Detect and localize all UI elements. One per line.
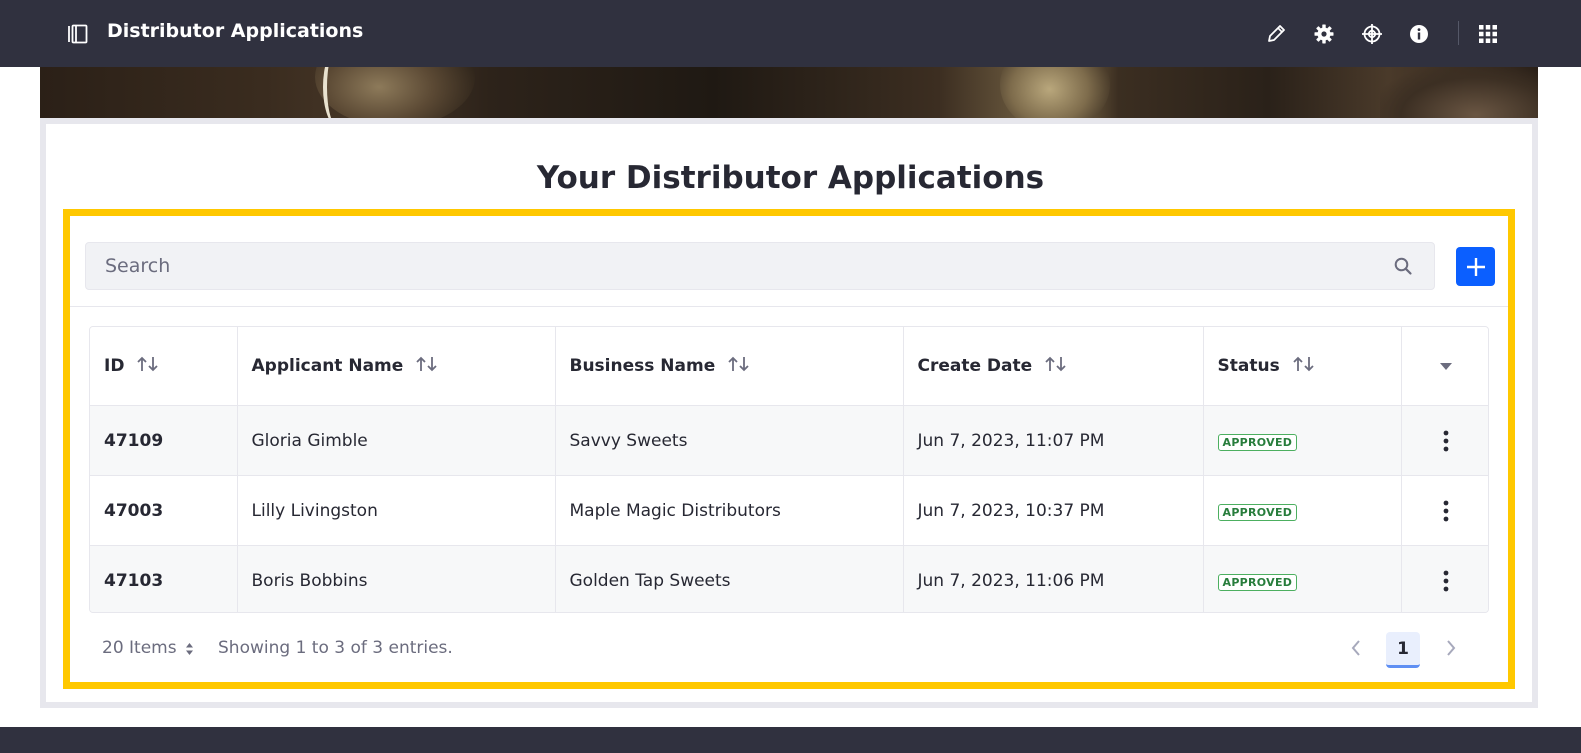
search-input[interactable] xyxy=(86,243,1366,289)
cell-actions xyxy=(1401,405,1489,476)
pagination-bar: 20 Items Showing 1 to 3 of 3 entries. 1 xyxy=(90,632,1490,668)
cell-status: APPROVED xyxy=(1203,475,1402,546)
cell-business-name: Golden Tap Sweets xyxy=(555,545,904,612)
top-bar: Distributor Applications xyxy=(0,0,1581,67)
cell-business-name: Maple Magic Distributors xyxy=(555,475,904,546)
cell-status: APPROVED xyxy=(1203,545,1402,612)
caret-down-icon[interactable] xyxy=(1402,327,1489,405)
sort-icon[interactable] xyxy=(1044,355,1068,373)
pagination-results: Showing 1 to 3 of 3 entries. xyxy=(218,638,453,658)
cell-actions xyxy=(1401,475,1489,546)
cell-actions xyxy=(1401,545,1489,612)
app-title: Distributor Applications xyxy=(107,20,364,42)
cell-id: 47109 xyxy=(90,405,238,476)
target-icon[interactable] xyxy=(1360,22,1384,46)
sort-icon[interactable] xyxy=(136,355,160,373)
column-label: Business Name xyxy=(569,356,716,376)
column-label: Status xyxy=(1217,356,1280,376)
applications-table: ID Applicant Name Business Name Create D… xyxy=(89,326,1489,613)
column-label: ID xyxy=(104,356,125,376)
cell-applicant-name: Boris Bobbins xyxy=(237,545,556,612)
cell-create-date: Jun 7, 2023, 10:37 PM xyxy=(903,475,1204,546)
toolbar-divider xyxy=(70,306,1508,307)
sort-icon[interactable] xyxy=(1292,355,1316,373)
kebab-menu-icon[interactable] xyxy=(1402,406,1489,475)
bottom-bar xyxy=(0,727,1581,753)
table-row[interactable]: 47103 Boris Bobbins Golden Tap Sweets Ju… xyxy=(90,545,1489,612)
sort-icon[interactable] xyxy=(727,355,751,373)
sidebar-toggle-icon[interactable] xyxy=(66,22,90,46)
chevron-right-icon[interactable] xyxy=(1439,636,1463,660)
chevron-left-icon[interactable] xyxy=(1344,636,1368,660)
column-header-business-name[interactable]: Business Name xyxy=(555,327,904,406)
cell-create-date: Jun 7, 2023, 11:06 PM xyxy=(903,545,1204,612)
cell-business-name: Savvy Sweets xyxy=(555,405,904,476)
kebab-menu-icon[interactable] xyxy=(1402,546,1489,612)
page-title: Your Distributor Applications xyxy=(536,160,1045,196)
table-row[interactable]: 47109 Gloria Gimble Savvy Sweets Jun 7, … xyxy=(90,405,1489,476)
column-visibility-header xyxy=(1401,327,1489,406)
column-header-status[interactable]: Status xyxy=(1203,327,1402,406)
column-header-applicant-name[interactable]: Applicant Name xyxy=(237,327,556,406)
gear-icon[interactable] xyxy=(1312,22,1336,46)
sort-updown-icon xyxy=(185,641,194,655)
sort-icon[interactable] xyxy=(415,355,439,373)
table-row[interactable]: 47003 Lilly Livingston Maple Magic Distr… xyxy=(90,475,1489,546)
cell-status: APPROVED xyxy=(1203,405,1402,476)
cell-applicant-name: Gloria Gimble xyxy=(237,405,556,476)
cell-id: 47103 xyxy=(90,545,238,612)
cell-create-date: Jun 7, 2023, 11:07 PM xyxy=(903,405,1204,476)
apps-grid-icon[interactable] xyxy=(1476,22,1500,46)
status-badge: APPROVED xyxy=(1217,503,1298,521)
status-badge: APPROVED xyxy=(1217,573,1298,591)
column-label: Applicant Name xyxy=(251,356,404,376)
status-badge: APPROVED xyxy=(1217,433,1298,451)
banner-image xyxy=(40,67,1538,118)
column-label: Create Date xyxy=(917,356,1033,376)
cell-applicant-name: Lilly Livingston xyxy=(237,475,556,546)
pencil-icon[interactable] xyxy=(1264,22,1288,46)
search-icon[interactable] xyxy=(1392,255,1414,277)
page-button-current[interactable]: 1 xyxy=(1386,632,1420,668)
items-per-page-select[interactable]: 20 Items xyxy=(102,638,194,658)
column-header-id[interactable]: ID xyxy=(90,327,238,406)
table-header-row: ID Applicant Name Business Name Create D… xyxy=(90,327,1489,406)
cell-id: 47003 xyxy=(90,475,238,546)
kebab-menu-icon[interactable] xyxy=(1402,476,1489,545)
column-header-create-date[interactable]: Create Date xyxy=(903,327,1204,406)
add-button[interactable] xyxy=(1456,247,1495,286)
topbar-divider xyxy=(1458,21,1459,45)
plus-icon xyxy=(1466,257,1485,276)
items-per-page-label: 20 Items xyxy=(102,638,177,658)
search-bar xyxy=(85,242,1435,290)
info-icon[interactable] xyxy=(1407,22,1431,46)
